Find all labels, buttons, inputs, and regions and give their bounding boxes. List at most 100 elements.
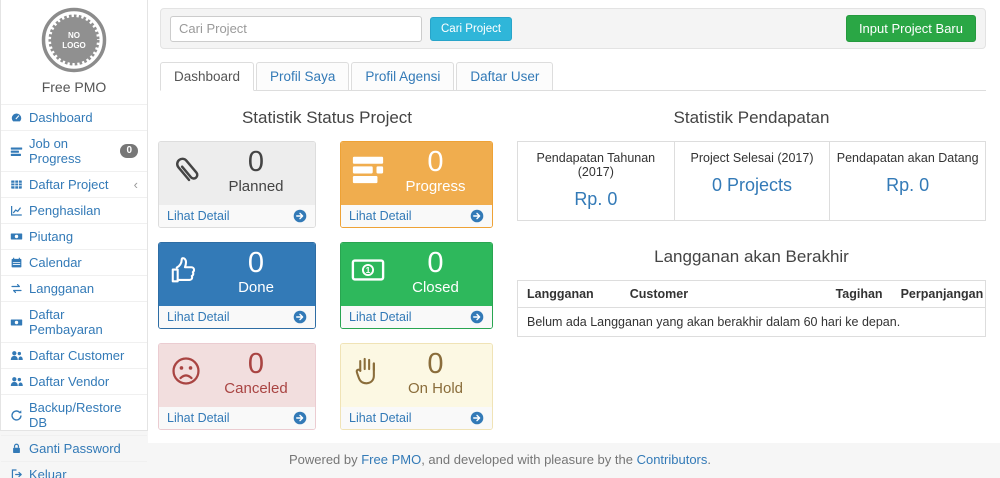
new-project-button[interactable]: Input Project Baru	[846, 15, 976, 42]
gauge-icon	[10, 111, 23, 124]
footer-link-free-pmo[interactable]: Free PMO	[361, 452, 421, 467]
lihat-detail-link[interactable]: Lihat Detail	[341, 205, 492, 227]
search-button[interactable]: Cari Project	[430, 17, 512, 41]
income-stat-value[interactable]: Rp. 0	[522, 189, 670, 210]
tab-daftar-user[interactable]: Daftar User	[456, 62, 553, 91]
income-stat-label: Pendapatan Tahunan (2017)	[522, 151, 670, 179]
subscription-empty-message: Belum ada Langganan yang akan berakhir d…	[518, 308, 985, 336]
subscription-column-tagihan: Tagihan	[822, 281, 892, 307]
sidebar-item-dashboard[interactable]: Dashboard	[1, 104, 147, 130]
sidebar-item-daftar-project[interactable]: Daftar Project ‹	[1, 171, 147, 197]
sidebar-item-label: Piutang	[29, 229, 73, 244]
sidebar-item-penghasilan[interactable]: Penghasilan	[1, 197, 147, 223]
lihat-detail-link[interactable]: Lihat Detail	[341, 306, 492, 328]
sidebar-item-label: Backup/Restore DB	[29, 400, 138, 430]
money-icon	[10, 230, 23, 243]
status-column: Statistik Status Project 0PlannedLihat D…	[158, 102, 496, 430]
subscription-section-title: Langganan akan Berakhir	[517, 247, 986, 267]
svg-text:NO: NO	[68, 31, 80, 40]
sign-out-icon	[10, 468, 23, 478]
sidebar-item-langganan[interactable]: Langganan	[1, 275, 147, 301]
income-stat-label: Project Selesai (2017)	[679, 151, 826, 165]
subscription-column-customer: Customer	[621, 281, 822, 307]
tab-profil-agensi[interactable]: Profil Agensi	[351, 62, 454, 91]
lihat-detail-link[interactable]: Lihat Detail	[159, 306, 315, 328]
sidebar-item-daftar-vendor[interactable]: Daftar Vendor	[1, 368, 147, 394]
status-card-body: 0On Hold	[341, 344, 492, 407]
thumbs-up-icon	[169, 253, 203, 287]
status-card-figures: 0Done	[205, 243, 315, 306]
status-card-icon-wrap	[341, 142, 387, 205]
status-card-progress: 0Progress Lihat Detail	[340, 141, 493, 228]
income-stat-cell: Project Selesai (2017) 0 Projects	[674, 142, 830, 220]
chevron-left-icon: ‹	[134, 180, 138, 190]
lihat-detail-label: Lihat Detail	[167, 411, 230, 425]
status-card-label: Progress	[387, 178, 484, 195]
sidebar-item-label: Daftar Vendor	[29, 374, 109, 389]
status-card-icon-wrap	[341, 344, 387, 407]
status-card-figures: 0On Hold	[387, 344, 492, 407]
arrow-circle-icon	[293, 310, 307, 324]
main-panel: Cari Project Input Project Baru Dashboar…	[148, 0, 1000, 443]
status-card-count: 0	[205, 146, 307, 178]
income-stat-value[interactable]: 0 Projects	[679, 175, 826, 196]
status-card-figures: 0Progress	[387, 142, 492, 205]
status-card-count: 0	[387, 146, 484, 178]
status-card-label: Planned	[205, 178, 307, 195]
status-card-done: 0Done Lihat Detail	[158, 242, 316, 329]
income-stat-cell: Pendapatan akan Datang Rp. 0	[829, 142, 985, 220]
users-icon	[10, 349, 23, 362]
sidebar-item-label: Keluar	[29, 467, 67, 478]
sidebar-item-piutang[interactable]: Piutang	[1, 223, 147, 249]
status-card-label: Done	[205, 279, 307, 296]
lihat-detail-link[interactable]: Lihat Detail	[159, 205, 315, 227]
sidebar-menu: Dashboard Job on Progress0 Daftar Project ‹…	[1, 104, 147, 478]
tab-dashboard[interactable]: Dashboard	[160, 62, 254, 91]
lihat-detail-label: Lihat Detail	[349, 209, 412, 223]
status-card-count: 0	[387, 348, 484, 380]
calendar-icon	[10, 256, 23, 269]
status-card-figures: 0Closed	[387, 243, 492, 306]
income-stat-cell: Pendapatan Tahunan (2017) Rp. 0	[518, 142, 674, 220]
sidebar-item-daftar-pembayaran[interactable]: Daftar Pembayaran	[1, 301, 147, 342]
status-card-body: 0Canceled	[159, 344, 315, 407]
lihat-detail-label: Lihat Detail	[167, 310, 230, 324]
frown-icon	[169, 354, 203, 388]
status-card-count: 0	[205, 348, 307, 380]
sidebar-item-daftar-customer[interactable]: Daftar Customer	[1, 342, 147, 368]
footer-text: Powered by	[289, 452, 361, 467]
income-column: Statistik Pendapatan Pendapatan Tahunan …	[496, 102, 986, 430]
sidebar-item-backup-restore-db[interactable]: Backup/Restore DB	[1, 394, 147, 435]
repeat-icon	[10, 282, 23, 295]
status-card-planned: 0Planned Lihat Detail	[158, 141, 316, 228]
status-card-count: 0	[205, 247, 307, 279]
sidebar-item-label: Dashboard	[29, 110, 93, 125]
status-card-body: 0Done	[159, 243, 315, 306]
status-card-label: Closed	[387, 279, 484, 296]
lihat-detail-link[interactable]: Lihat Detail	[159, 407, 315, 429]
tab-profil-saya[interactable]: Profil Saya	[256, 62, 349, 91]
sidebar-item-calendar[interactable]: Calendar	[1, 249, 147, 275]
status-card-label: Canceled	[205, 380, 307, 397]
svg-text:LOGO: LOGO	[62, 41, 86, 50]
status-card-on-hold: 0On HoldLihat Detail	[340, 343, 493, 430]
count-badge: 0	[120, 144, 138, 158]
footer-link-contributors[interactable]: Contributors	[637, 452, 708, 467]
income-stats-table: Pendapatan Tahunan (2017)Rp. 0Project Se…	[517, 141, 986, 221]
page-footer: Powered by Free PMO, and developed with …	[0, 443, 1000, 467]
sidebar: NO LOGO Free PMO DashboardJob on Progres…	[0, 0, 148, 431]
search-input[interactable]	[170, 16, 422, 42]
income-stat-value[interactable]: Rp. 0	[834, 175, 981, 196]
arrow-circle-icon	[470, 209, 484, 223]
sidebar-item-job-on-progress[interactable]: Job on Progress0	[1, 130, 147, 171]
status-card-body: 0Progress	[341, 142, 492, 205]
income-stat-label: Pendapatan akan Datang	[834, 151, 981, 165]
income-section-title: Statistik Pendapatan	[517, 108, 986, 128]
status-card-body: 0Closed	[341, 243, 492, 306]
status-card-icon-wrap	[159, 142, 205, 205]
lihat-detail-label: Lihat Detail	[349, 310, 412, 324]
footer-text: .	[707, 452, 711, 467]
lihat-detail-link[interactable]: Lihat Detail	[341, 407, 492, 429]
lihat-detail-label: Lihat Detail	[167, 209, 230, 223]
sidebar-item-label: Daftar Project	[29, 177, 108, 192]
